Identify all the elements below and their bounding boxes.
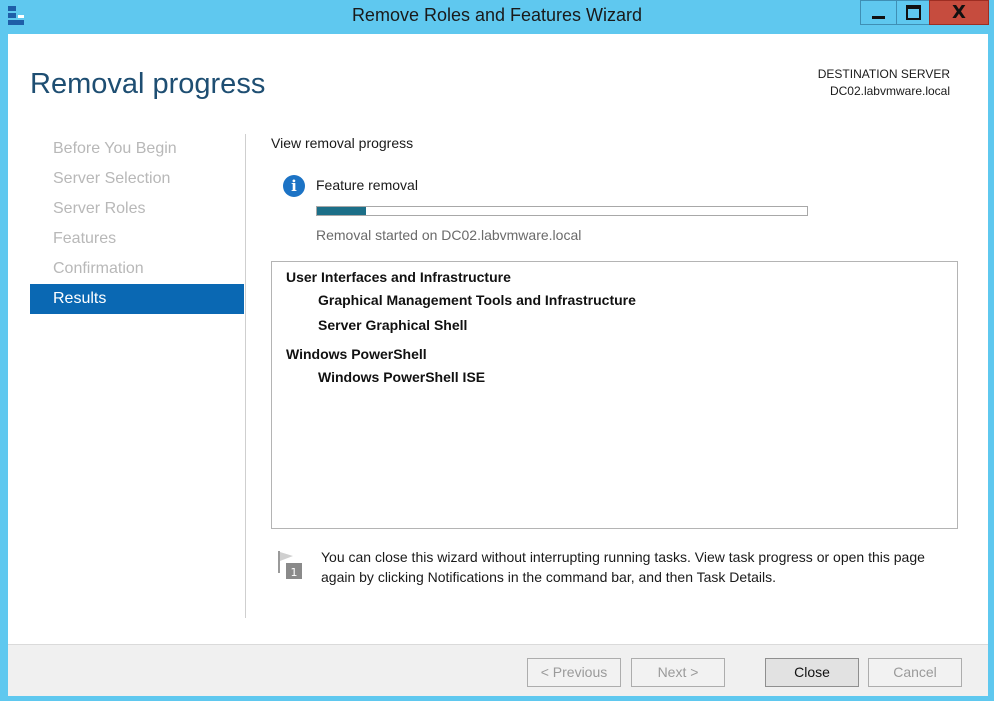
notification-flag-icon: 1 bbox=[278, 551, 302, 579]
progress-label: Feature removal bbox=[316, 177, 418, 193]
info-icon: i bbox=[283, 175, 305, 197]
window-title: Remove Roles and Features Wizard bbox=[351, 5, 643, 25]
close-window-button[interactable]: X bbox=[929, 0, 989, 25]
nav-divider bbox=[245, 134, 246, 618]
wizard-step-nav: Before You Begin Server Selection Server… bbox=[30, 134, 244, 314]
progress-status: Removal started on DC02.labvmware.local bbox=[316, 227, 582, 243]
nav-item-server-roles[interactable]: Server Roles bbox=[30, 194, 244, 224]
wizard-footer: < Previous Next > Close Cancel bbox=[8, 644, 988, 696]
removal-progress-bar bbox=[316, 206, 808, 216]
close-button[interactable]: Close bbox=[765, 658, 859, 687]
feature-list-box[interactable]: User Interfaces and Infrastructure Graph… bbox=[271, 261, 958, 529]
destination-server-name: DC02.labvmware.local bbox=[829, 84, 950, 98]
destination-server-label: DESTINATION SERVER bbox=[817, 67, 950, 81]
feature-group: User Interfaces and Infrastructure bbox=[286, 269, 511, 285]
close-icon: X bbox=[952, 2, 966, 23]
feature-item: Server Graphical Shell bbox=[318, 317, 468, 333]
info-note: You can close this wizard without interr… bbox=[321, 549, 925, 585]
next-button[interactable]: Next > bbox=[631, 658, 725, 687]
destination-server-info: DESTINATION SERVER DC02.labvmware.local bbox=[818, 66, 950, 100]
cancel-button[interactable]: Cancel bbox=[868, 658, 962, 687]
nav-item-before-you-begin[interactable]: Before You Begin bbox=[30, 134, 244, 164]
maximize-icon bbox=[905, 5, 921, 20]
nav-item-server-selection[interactable]: Server Selection bbox=[30, 164, 244, 194]
progress-fill bbox=[317, 207, 366, 215]
previous-button[interactable]: < Previous bbox=[527, 658, 621, 687]
feature-item: Windows PowerShell ISE bbox=[318, 369, 486, 385]
nav-item-results[interactable]: Results bbox=[30, 284, 244, 314]
feature-item: Graphical Management Tools and Infrastru… bbox=[318, 292, 636, 308]
title-bar: Remove Roles and Features Wizard X bbox=[0, 0, 994, 34]
minimize-button[interactable] bbox=[860, 0, 897, 25]
minimize-icon bbox=[872, 16, 885, 19]
notification-badge: 1 bbox=[291, 566, 298, 579]
section-subheading: View removal progress bbox=[271, 135, 414, 151]
maximize-button[interactable] bbox=[896, 0, 930, 25]
page-title: Removal progress bbox=[30, 68, 266, 100]
nav-item-features[interactable]: Features bbox=[30, 224, 244, 254]
feature-group: Windows PowerShell bbox=[286, 346, 427, 362]
nav-item-confirmation[interactable]: Confirmation bbox=[30, 254, 244, 284]
wizard-client-area: Removal progress DESTINATION SERVER DC02… bbox=[8, 34, 988, 696]
